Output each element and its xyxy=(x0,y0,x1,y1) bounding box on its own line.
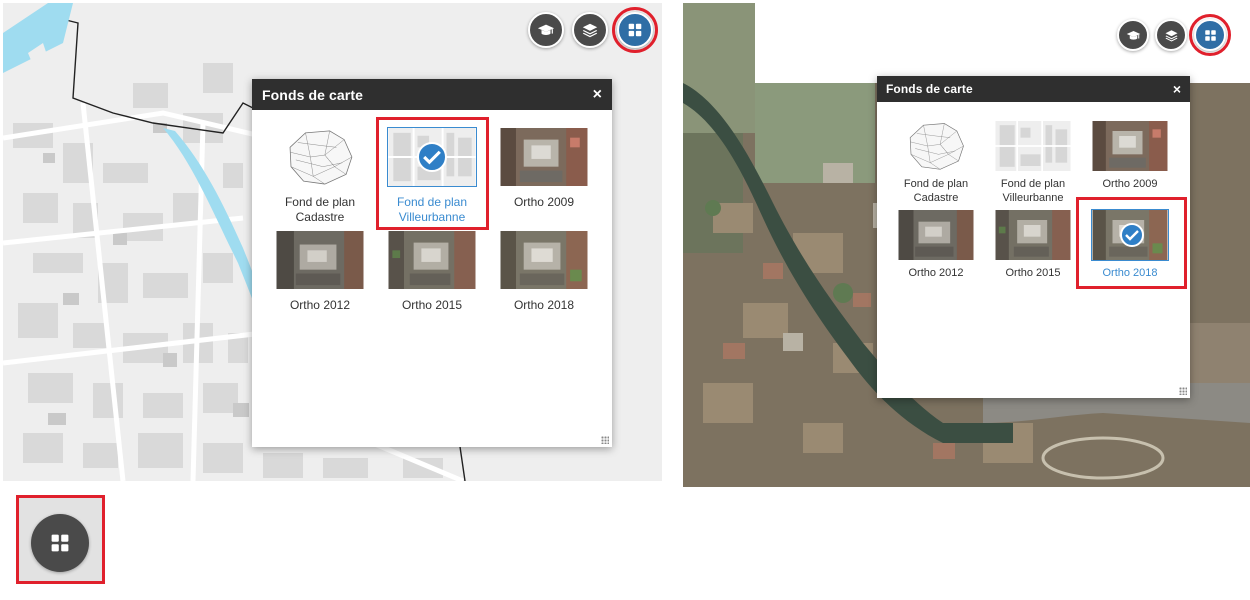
graduation-cap-button[interactable] xyxy=(1117,19,1149,51)
basemap-tile-ortho-2012[interactable]: Ortho 2012 xyxy=(270,230,370,313)
basemap-gallery-button[interactable] xyxy=(617,12,653,48)
cadastre-thumbnail xyxy=(275,127,365,187)
villeurbanne-thumbnail xyxy=(387,127,477,187)
tile-label: Ortho 2015 xyxy=(401,298,463,312)
layers-button[interactable] xyxy=(1155,19,1187,51)
ortho-2009-thumbnail xyxy=(499,127,589,187)
tile-label: Fond de plan Villeurbanne xyxy=(396,195,468,224)
basemap-grid-icon xyxy=(1204,29,1216,41)
cadastre-thumbnail xyxy=(897,120,975,172)
tile-label: Fond de plan Villeurbanne xyxy=(1000,178,1066,204)
tile-label: Ortho 2009 xyxy=(513,195,575,209)
panel-header: Fonds de carte × xyxy=(252,79,612,110)
close-icon[interactable]: × xyxy=(1173,81,1181,97)
basemap-tile-ortho-2009[interactable]: Ortho 2009 xyxy=(494,127,594,210)
tile-label: Ortho 2012 xyxy=(289,298,351,312)
basemap-panel: Fonds de carte × Fond de plan Cadastre F… xyxy=(877,76,1190,398)
tile-label: Fond de plan Cadastre xyxy=(903,178,969,204)
basemap-grid-icon xyxy=(628,23,642,37)
basemap-tile-ortho-2015[interactable]: Ortho 2015 xyxy=(382,230,482,313)
layers-icon xyxy=(582,23,598,38)
graduation-cap-icon xyxy=(537,24,555,35)
basemap-gallery-button-enlarged[interactable] xyxy=(31,514,89,572)
ortho-2012-thumbnail xyxy=(897,209,975,261)
panel-title: Fonds de carte xyxy=(262,86,363,103)
check-icon xyxy=(1120,223,1144,247)
resize-handle[interactable] xyxy=(601,436,609,444)
basemap-tile-ortho-2018[interactable]: Ortho 2018 xyxy=(494,230,594,313)
layers-button[interactable] xyxy=(572,12,608,48)
layers-icon xyxy=(1165,29,1177,41)
tile-label: Ortho 2018 xyxy=(1102,267,1158,279)
basemap-panel: Fonds de carte × Fond de plan Cadastre F… xyxy=(252,79,612,447)
check-icon xyxy=(417,142,447,172)
tile-label: Fond de plan Cadastre xyxy=(284,195,356,224)
basemap-tile-cadastre[interactable]: Fond de plan Cadastre xyxy=(270,127,370,225)
basemap-tile-ortho-2009[interactable]: Ortho 2009 xyxy=(1085,120,1175,192)
basemap-tile-cadastre[interactable]: Fond de plan Cadastre xyxy=(891,120,981,206)
panel-header: Fonds de carte × xyxy=(877,76,1190,102)
basemap-grid-icon xyxy=(51,534,69,552)
basemap-gallery-button[interactable] xyxy=(1194,19,1226,51)
tile-label: Ortho 2012 xyxy=(908,267,964,279)
tile-label: Ortho 2009 xyxy=(1102,178,1158,190)
villeurbanne-thumbnail xyxy=(994,120,1072,172)
ortho-2012-thumbnail xyxy=(275,230,365,290)
ortho-2018-thumbnail xyxy=(499,230,589,290)
basemap-tile-ortho-2015[interactable]: Ortho 2015 xyxy=(988,209,1078,281)
tile-label: Ortho 2015 xyxy=(1005,267,1061,279)
ortho-2018-thumbnail xyxy=(1091,209,1169,261)
graduation-cap-icon xyxy=(1126,30,1140,40)
tile-label: Ortho 2018 xyxy=(513,298,575,312)
ortho-2015-thumbnail xyxy=(994,209,1072,261)
graduation-cap-button[interactable] xyxy=(528,12,564,48)
panel-title: Fonds de carte xyxy=(886,82,973,96)
basemap-tile-villeurbanne[interactable]: Fond de plan Villeurbanne xyxy=(988,120,1078,206)
ortho-2015-thumbnail xyxy=(387,230,477,290)
basemap-tile-ortho-2012[interactable]: Ortho 2012 xyxy=(891,209,981,281)
close-icon[interactable]: × xyxy=(593,86,602,104)
resize-handle[interactable] xyxy=(1179,387,1187,395)
ortho-2009-thumbnail xyxy=(1091,120,1169,172)
basemap-tile-ortho-2018[interactable]: Ortho 2018 xyxy=(1085,209,1175,281)
basemap-tile-villeurbanne[interactable]: Fond de plan Villeurbanne xyxy=(382,127,482,225)
